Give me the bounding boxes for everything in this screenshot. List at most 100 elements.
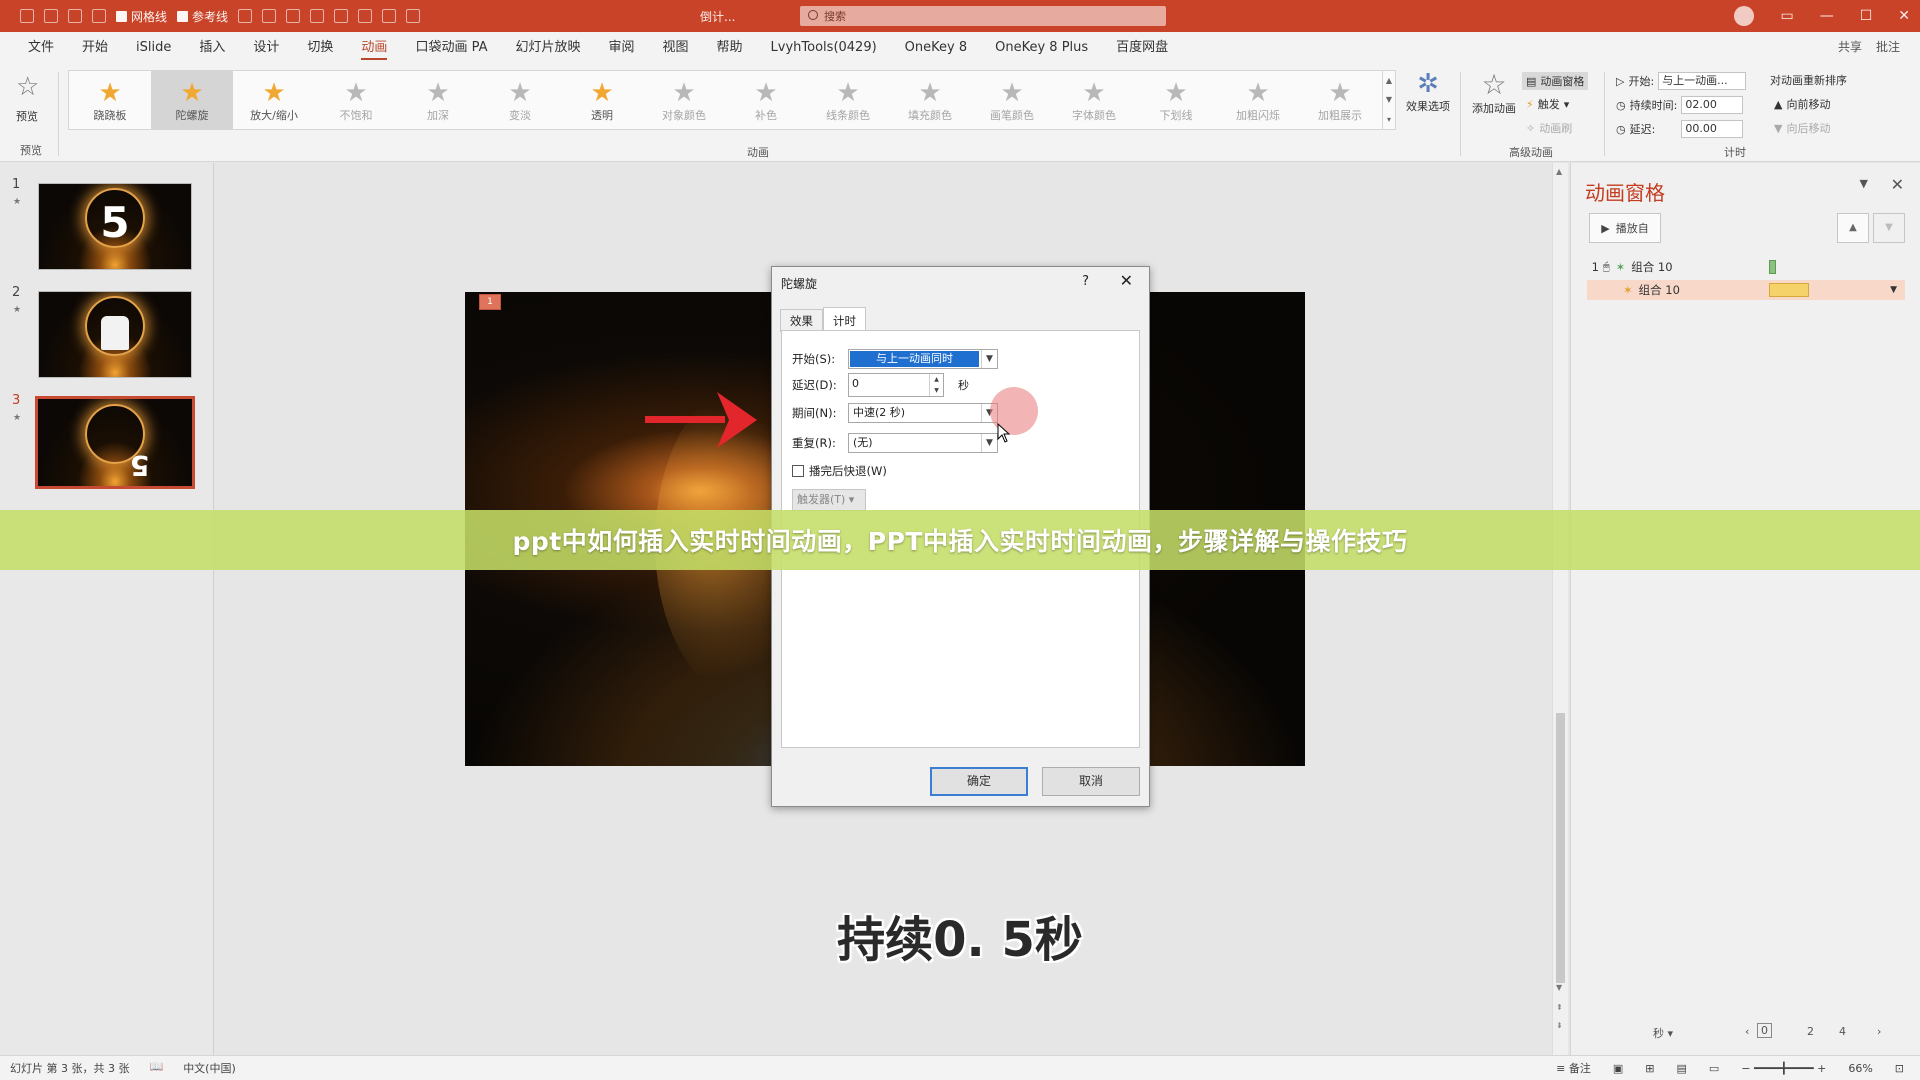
animation-effect-15[interactable]: ★ 加粗展示	[1299, 71, 1381, 129]
tab-6[interactable]: 动画	[347, 32, 401, 64]
animation-effect-0[interactable]: ★ 跷跷板	[69, 71, 151, 129]
save-icon[interactable]	[20, 9, 34, 23]
tab-4[interactable]: 设计	[239, 32, 293, 64]
slideshow-icon[interactable]: ▭	[1709, 1062, 1719, 1075]
rewind-checkbox[interactable]	[792, 465, 804, 477]
tab-2[interactable]: iSlide	[122, 32, 185, 64]
period-dropdown[interactable]: 中速(2 秒) ▼	[848, 403, 998, 423]
tab-1[interactable]: 开始	[68, 32, 122, 64]
tab-7[interactable]: 口袋动画 PA	[401, 32, 501, 64]
merge-shapes-icon[interactable]	[382, 9, 397, 23]
animation-painter-button[interactable]: ✧ 动画刷	[1526, 120, 1572, 136]
animation-effect-13[interactable]: ★ 下划线	[1135, 71, 1217, 129]
slide-thumbnail-1[interactable]: 5	[38, 183, 192, 270]
guides-checkbox[interactable]: 参考线	[177, 8, 228, 25]
picture-icon[interactable]	[358, 9, 373, 23]
animation-effect-10[interactable]: ★ 填充颜色	[889, 71, 971, 129]
chevron-down-icon[interactable]: ▼	[981, 350, 997, 368]
share-button[interactable]: 共享	[1838, 38, 1862, 55]
animation-order-tag[interactable]: 1	[479, 294, 501, 310]
gallery-scroll[interactable]: ▲ ▼ ▾	[1382, 70, 1396, 130]
timeline-left-arrow[interactable]: ‹	[1745, 1025, 1749, 1038]
distribute-icon[interactable]	[310, 9, 325, 23]
delay-field[interactable]: 00.00	[1681, 120, 1744, 138]
move-up-button[interactable]: ▲	[1837, 213, 1869, 243]
color-icon[interactable]	[92, 9, 106, 23]
animation-effect-12[interactable]: ★ 字体颜色	[1053, 71, 1135, 129]
tab-12[interactable]: LvyhTools(0429)	[757, 32, 891, 64]
fit-slide-icon[interactable]: ⊡	[1895, 1062, 1904, 1075]
align-center-icon[interactable]	[262, 9, 277, 23]
animation-list-item-selected[interactable]: ✶ 组合 10 ▼	[1587, 280, 1905, 300]
seconds-dropdown[interactable]: 秒 ▾	[1653, 1025, 1673, 1041]
tab-10[interactable]: 视图	[649, 32, 703, 64]
normal-view-icon[interactable]: ▣	[1613, 1062, 1623, 1075]
spinner-arrows-icon[interactable]: ▲ ▼	[929, 374, 943, 396]
start-dropdown[interactable]: 与上一动画同时 ▼	[848, 349, 998, 369]
timeline-bar[interactable]	[1769, 283, 1809, 297]
animation-effect-2[interactable]: ★ 放大/缩小	[233, 71, 315, 129]
tab-15[interactable]: 百度网盘	[1102, 32, 1182, 64]
group-icon[interactable]	[334, 9, 349, 23]
search-input[interactable]: 搜索	[800, 6, 1166, 26]
move-down-button[interactable]: ▼	[1873, 213, 1905, 243]
tab-14[interactable]: OneKey 8 Plus	[981, 32, 1102, 64]
move-later-button[interactable]: ▼ 向后移动	[1774, 120, 1830, 136]
preview-star-icon[interactable]: ☆	[16, 72, 39, 102]
spellcheck-icon[interactable]: 📖	[149, 1060, 163, 1076]
animation-pane-button[interactable]: ▤ 动画窗格	[1522, 72, 1589, 90]
animation-effect-8[interactable]: ★ 补色	[725, 71, 807, 129]
zoom-level[interactable]: 66%	[1848, 1062, 1872, 1075]
avatar[interactable]	[1734, 6, 1755, 26]
chevron-down-icon[interactable]: ▼	[1890, 285, 1897, 295]
animation-effect-5[interactable]: ★ 变淡	[479, 71, 561, 129]
chevron-down-icon[interactable]: ▼	[981, 434, 997, 452]
record-icon[interactable]	[406, 9, 421, 23]
slide-thumbnail-3[interactable]: 5	[35, 396, 195, 489]
tab-13[interactable]: OneKey 8	[891, 32, 981, 64]
start-select[interactable]: 与上一动画...	[1658, 72, 1747, 90]
animation-effect-11[interactable]: ★ 画笔颜色	[971, 71, 1053, 129]
tab-5[interactable]: 切换	[293, 32, 347, 64]
repeat-dropdown[interactable]: (无) ▼	[848, 433, 998, 453]
slide-sorter-icon[interactable]: ⊞	[1645, 1062, 1654, 1075]
delay-spinner[interactable]: 0 ▲ ▼	[848, 373, 944, 397]
gallery-up-icon[interactable]: ▲	[1386, 76, 1392, 85]
effect-options-button[interactable]: ✲ 效果选项	[1404, 70, 1452, 114]
align-top-icon[interactable]	[286, 9, 301, 23]
notes-button[interactable]: ≡ 备注	[1556, 1060, 1591, 1076]
new-slide-icon[interactable]	[44, 9, 58, 23]
preview-button[interactable]: 预览	[16, 108, 38, 124]
tab-3[interactable]: 插入	[185, 32, 239, 64]
play-from-button[interactable]: ▶ 播放自	[1589, 213, 1661, 243]
duration-field[interactable]: 02.00	[1681, 96, 1744, 114]
animation-effect-4[interactable]: ★ 加深	[397, 71, 479, 129]
pane-options-icon[interactable]: ▼	[1860, 177, 1868, 190]
slide-thumbnail-2[interactable]	[38, 291, 192, 378]
align-left-icon[interactable]	[238, 9, 253, 23]
tab-timing[interactable]: 计时	[823, 307, 866, 332]
cancel-button[interactable]: 取消	[1042, 767, 1140, 796]
animation-effect-6[interactable]: ★ 透明	[561, 71, 643, 129]
tab-0[interactable]: 文件	[14, 32, 68, 64]
tab-9[interactable]: 审阅	[595, 32, 649, 64]
move-earlier-button[interactable]: ▲ 向前移动	[1774, 96, 1830, 112]
add-animation-button[interactable]: ☆ 添加动画	[1466, 70, 1522, 116]
close-icon[interactable]: ✕	[1120, 271, 1133, 290]
tab-8[interactable]: 幻灯片放映	[501, 32, 594, 64]
animation-list-item[interactable]: 1 🖱 ✶ 组合 10	[1587, 257, 1905, 277]
rewind-row[interactable]: 播完后快退(W)	[792, 463, 887, 479]
animation-effect-3[interactable]: ★ 不饱和	[315, 71, 397, 129]
tab-effect[interactable]: 效果	[780, 309, 823, 332]
animation-effect-9[interactable]: ★ 线条颜色	[807, 71, 889, 129]
trigger-button[interactable]: ⚡ 触发 ▾	[1526, 96, 1569, 112]
close-pane-icon[interactable]: ✕	[1891, 175, 1904, 194]
animation-effect-7[interactable]: ★ 对象颜色	[643, 71, 725, 129]
animation-effect-1[interactable]: ★ 陀螺旋	[151, 71, 233, 129]
shape-icon[interactable]	[68, 9, 82, 23]
comment-button[interactable]: 批注	[1876, 38, 1900, 55]
gallery-more-icon[interactable]: ▾	[1387, 115, 1391, 124]
ok-button[interactable]: 确定	[930, 767, 1028, 796]
tab-11[interactable]: 帮助	[703, 32, 757, 64]
gallery-down-icon[interactable]: ▼	[1386, 95, 1392, 104]
